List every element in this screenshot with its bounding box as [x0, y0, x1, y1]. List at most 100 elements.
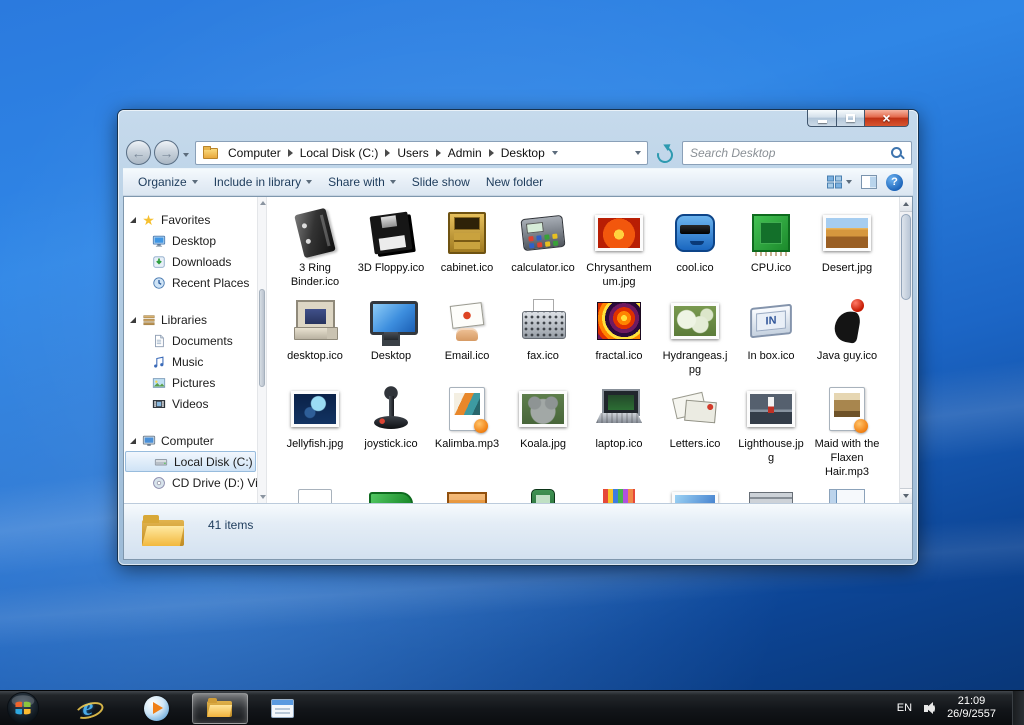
- search-box[interactable]: Search Desktop: [682, 140, 912, 165]
- scroll-down-icon[interactable]: [260, 495, 266, 499]
- maximize-button[interactable]: [836, 110, 864, 127]
- file-item[interactable]: 3D Floppy.ico: [353, 201, 429, 289]
- file-item[interactable]: Kalimba.mp3: [429, 377, 505, 479]
- sidebar-section-libraries[interactable]: Libraries: [124, 309, 257, 330]
- taskbar-explorer-active[interactable]: [192, 692, 248, 724]
- file-item[interactable]: desktop.ico: [277, 289, 353, 377]
- file-item[interactable]: Desktop: [353, 289, 429, 377]
- expander-icon[interactable]: [130, 437, 136, 444]
- file-item[interactable]: [809, 479, 885, 503]
- breadcrumb-local-disk[interactable]: Local Disk (C:): [296, 144, 383, 162]
- forward-button[interactable]: →: [154, 140, 179, 165]
- sidebar-scrollbar[interactable]: [257, 197, 267, 503]
- file-item[interactable]: [353, 479, 429, 503]
- file-item[interactable]: [581, 479, 657, 503]
- taskbar-pinned-app[interactable]: [260, 692, 304, 725]
- file-item[interactable]: 3 Ring Binder.ico: [277, 201, 353, 289]
- file-item[interactable]: cabinet.ico: [429, 201, 505, 289]
- file-item[interactable]: Hydrangeas.jpg: [657, 289, 733, 377]
- include-label: Include in library: [213, 175, 302, 189]
- file-item[interactable]: CPU.ico: [733, 201, 809, 289]
- preview-pane-button[interactable]: [861, 175, 877, 189]
- sidebar-item-documents[interactable]: Documents: [124, 330, 257, 351]
- chevron-down-icon: [191, 180, 198, 184]
- share-with-menu[interactable]: Share with: [320, 171, 404, 193]
- search-icon[interactable]: [890, 146, 904, 160]
- history-dropdown[interactable]: [183, 144, 189, 162]
- breadcrumb-item-dropdown[interactable]: [551, 150, 558, 155]
- file-item[interactable]: Koala.jpg: [505, 377, 581, 479]
- file-item[interactable]: Chrysanthemum.jpg: [581, 201, 657, 289]
- section-label: Computer: [161, 433, 214, 448]
- taskbar: EN 21:09 26/9/2557: [0, 690, 1024, 725]
- scroll-up-button[interactable]: [900, 197, 912, 212]
- sidebar-item-videos[interactable]: Videos: [124, 393, 257, 414]
- scrollbar-thumb[interactable]: [901, 214, 911, 300]
- desktop-pc-icon: [291, 298, 339, 344]
- scroll-up-icon[interactable]: [260, 201, 266, 205]
- file-item[interactable]: [277, 479, 353, 503]
- file-item[interactable]: Letters.ico: [657, 377, 733, 479]
- email-icon: [443, 298, 491, 344]
- minimize-button[interactable]: [807, 110, 836, 127]
- file-item[interactable]: Maid with the Flaxen Hair.mp3: [809, 377, 885, 479]
- language-indicator[interactable]: EN: [897, 702, 912, 714]
- file-item[interactable]: [505, 479, 581, 503]
- file-item[interactable]: calculator.ico: [505, 201, 581, 289]
- close-icon: ×: [882, 110, 891, 126]
- file-item[interactable]: Desert.jpg: [809, 201, 885, 289]
- scroll-down-button[interactable]: [900, 488, 912, 503]
- taskbar-clock[interactable]: 21:09 26/9/2557: [947, 695, 996, 721]
- taskbar-internet-explorer[interactable]: [66, 692, 110, 725]
- title-bar[interactable]: ×: [118, 110, 918, 138]
- sidebar-item-recent-places[interactable]: Recent Places: [124, 272, 257, 293]
- file-item[interactable]: laptop.ico: [581, 377, 657, 479]
- start-button[interactable]: [6, 691, 40, 725]
- file-item[interactable]: In box.ico: [733, 289, 809, 377]
- back-button[interactable]: ←: [126, 140, 151, 165]
- help-button[interactable]: [886, 173, 903, 191]
- breadcrumb-users[interactable]: Users: [393, 144, 432, 162]
- organize-menu[interactable]: Organize: [130, 171, 206, 193]
- breadcrumb[interactable]: Computer Local Disk (C:) Users Admin Des…: [195, 140, 648, 165]
- file-item[interactable]: fractal.ico: [581, 289, 657, 377]
- breadcrumb-admin[interactable]: Admin: [444, 144, 486, 162]
- file-item[interactable]: fax.ico: [505, 289, 581, 377]
- file-item[interactable]: Email.ico: [429, 289, 505, 377]
- include-in-library-menu[interactable]: Include in library: [206, 171, 320, 193]
- show-desktop-button[interactable]: [1012, 690, 1024, 725]
- sidebar-item-desktop[interactable]: Desktop: [124, 230, 257, 251]
- expander-icon[interactable]: [130, 216, 136, 223]
- sidebar-item-label: Desktop: [172, 233, 217, 248]
- file-item[interactable]: cool.ico: [657, 201, 733, 289]
- views-button[interactable]: [827, 175, 852, 189]
- sidebar-item-cd-drive-d[interactable]: CD Drive (D:) Virt: [124, 472, 257, 493]
- sidebar-item-pictures[interactable]: Pictures: [124, 372, 257, 393]
- file-item[interactable]: [429, 479, 505, 503]
- volume-button[interactable]: [924, 701, 936, 715]
- sidebar-item-local-disk-c[interactable]: Local Disk (C:): [125, 451, 256, 472]
- breadcrumb-desktop[interactable]: Desktop: [497, 144, 549, 162]
- refresh-button[interactable]: [652, 141, 676, 165]
- file-item[interactable]: [733, 479, 809, 503]
- sidebar-section-favorites[interactable]: ★ Favorites: [124, 209, 257, 230]
- sidebar-scrollbar-thumb[interactable]: [259, 289, 265, 387]
- sidebar-item-music[interactable]: Music: [124, 351, 257, 372]
- sidebar-item-downloads[interactable]: Downloads: [124, 251, 257, 272]
- file-item[interactable]: Java guy.ico: [809, 289, 885, 377]
- expander-icon[interactable]: [130, 316, 136, 323]
- slide-show-button[interactable]: Slide show: [404, 171, 478, 193]
- file-item[interactable]: Lighthouse.jpg: [733, 377, 809, 479]
- vertical-scrollbar[interactable]: [899, 197, 912, 503]
- file-label: CPU.ico: [750, 262, 792, 274]
- jellyfish-photo-icon: [291, 391, 339, 427]
- new-folder-button[interactable]: New folder: [478, 171, 551, 193]
- file-item[interactable]: joystick.ico: [353, 377, 429, 479]
- sidebar-section-computer[interactable]: Computer: [124, 430, 257, 451]
- breadcrumb-computer[interactable]: Computer: [224, 144, 285, 162]
- taskbar-media-player[interactable]: [134, 692, 178, 725]
- address-dropdown[interactable]: [635, 150, 641, 155]
- file-item[interactable]: [657, 479, 733, 503]
- close-button[interactable]: ×: [864, 110, 909, 127]
- file-item[interactable]: Jellyfish.jpg: [277, 377, 353, 479]
